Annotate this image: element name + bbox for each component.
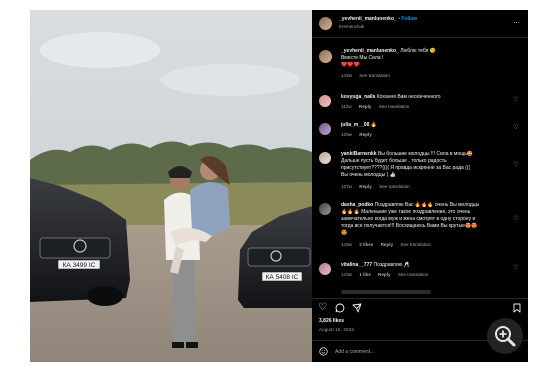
share-icon[interactable] — [352, 303, 362, 313]
comment-username[interactable]: dasha_podko — [341, 202, 373, 208]
see-translation-link[interactable]: See translation — [379, 184, 410, 189]
like-comment-heart-icon[interactable]: ♡ — [513, 162, 519, 168]
caption-text-line2: Вместе Мы Сила ! — [341, 55, 384, 61]
comment-text-line: Вы очень молодцы ) 👍🏻 — [341, 172, 396, 178]
comment-likes[interactable]: 2 likes — [359, 242, 373, 247]
smiley-icon[interactable] — [319, 347, 328, 356]
comment-username[interactable]: vitalina__777 — [341, 262, 372, 268]
comment-time: 112w — [341, 104, 352, 109]
post-date: August 16, 2022 — [319, 327, 354, 332]
zoom-in-icon — [495, 326, 516, 347]
avatar[interactable] — [319, 152, 331, 164]
reply-link[interactable]: Reply — [359, 132, 372, 137]
reply-link[interactable]: Reply — [378, 272, 391, 277]
comment-text: Поздравляю 🥂 — [373, 262, 411, 268]
header-location[interactable]: Kremenchuk — [339, 24, 364, 29]
car-left-plate: КА 3499 ІС — [63, 262, 96, 269]
see-translation-link[interactable]: See translation — [379, 104, 410, 109]
see-translation-link[interactable]: See translation — [400, 242, 431, 247]
comment-likes[interactable]: 1 like — [359, 272, 371, 277]
photo-image: КА 3499 ІС КА 5408 ІС — [30, 10, 312, 362]
post-side-panel: _yevhenii_manlunenko_ • Follow Kremenchu… — [312, 10, 528, 362]
reply-link[interactable]: Reply — [359, 184, 372, 189]
action-bar: ♡ — [312, 298, 528, 316]
follow-button[interactable]: Follow — [401, 16, 417, 22]
bookmark-icon[interactable] — [512, 303, 522, 313]
comment-username[interactable]: kosyuga_nails — [341, 94, 375, 100]
likes-count[interactable]: 3,826 likes — [319, 318, 344, 324]
comment-text-line: Вы большие молодцы !!! Сила в мощь🤩 — [377, 151, 474, 157]
heart-icon[interactable]: ♡ — [318, 303, 328, 313]
avatar[interactable] — [319, 95, 331, 107]
avatar[interactable] — [319, 123, 331, 135]
like-comment-heart-icon[interactable]: ♡ — [513, 265, 519, 271]
comment-text-line: Дальше пусть будет больше , только радос… — [341, 158, 447, 164]
comment-time: 127w — [341, 184, 352, 189]
reply-link[interactable]: Reply — [359, 104, 372, 109]
comment-text-line: Поздравляю Вас 🔥🔥🔥 очень Вы молодцы — [374, 202, 480, 208]
like-comment-heart-icon[interactable]: ♡ — [513, 97, 519, 103]
comment-text-line: 😍 — [341, 230, 348, 236]
comment-username[interactable]: yankiBarnenkk — [341, 151, 377, 157]
more-horizontal-icon[interactable]: ··· — [513, 20, 520, 27]
comment-username[interactable]: julia_m__08 — [341, 122, 369, 128]
add-comment-input[interactable] — [335, 347, 485, 356]
post-header: _yevhenii_manlunenko_ • Follow Kremenchu… — [312, 10, 528, 38]
comment-item-partial — [341, 290, 431, 294]
avatar[interactable] — [319, 17, 332, 30]
like-comment-heart-icon[interactable]: ♡ — [513, 216, 519, 222]
avatar[interactable] — [319, 203, 331, 215]
comment-text-line: замечательно когда муж и жена смотрят в … — [341, 216, 476, 222]
avatar[interactable] — [319, 263, 331, 275]
header-username[interactable]: _yevhenii_manlunenko_ — [339, 16, 397, 22]
comment-text: 🔥 — [370, 122, 377, 128]
comment-text-line: присутствует????(((( Я правда искренне з… — [341, 165, 471, 171]
comment-icon[interactable] — [335, 303, 345, 313]
comment-text-line: тогда все получается!!! Восхищаюсь Вами … — [341, 223, 478, 229]
screenshot-frame: КА 3499 ІС КА 5408 ІС _yevhenii_manlunen… — [0, 0, 536, 370]
car-right-plate: КА 5408 ІС — [266, 274, 299, 281]
reply-link[interactable]: Reply — [381, 242, 394, 247]
zoom-button[interactable] — [487, 318, 523, 354]
comment-time: 143w — [341, 272, 352, 277]
comment-text-line: 🔥🔥🔥 Маленькие уже такое поздравление, эт… — [341, 209, 471, 215]
comment-text: Кохання Вам нескінченного — [376, 94, 441, 100]
avatar[interactable] — [319, 50, 332, 63]
like-comment-heart-icon[interactable]: ♡ — [513, 125, 519, 131]
caption-text-line3: ❤️❤️❤️ — [341, 62, 360, 68]
caption-time: 143w — [341, 73, 352, 78]
header-separator: • — [398, 16, 400, 22]
comment-time: 129w — [341, 132, 352, 137]
caption-text-line1: Люблю тебя 😘 — [400, 48, 436, 54]
caption-username[interactable]: _yevhenii_manlunenko_ — [341, 48, 399, 54]
post-photo: КА 3499 ІС КА 5408 ІС — [30, 10, 312, 362]
see-translation-link[interactable]: See translation — [359, 73, 390, 78]
comment-time: 143w — [341, 242, 352, 247]
see-translation-link[interactable]: See translation — [398, 272, 429, 277]
